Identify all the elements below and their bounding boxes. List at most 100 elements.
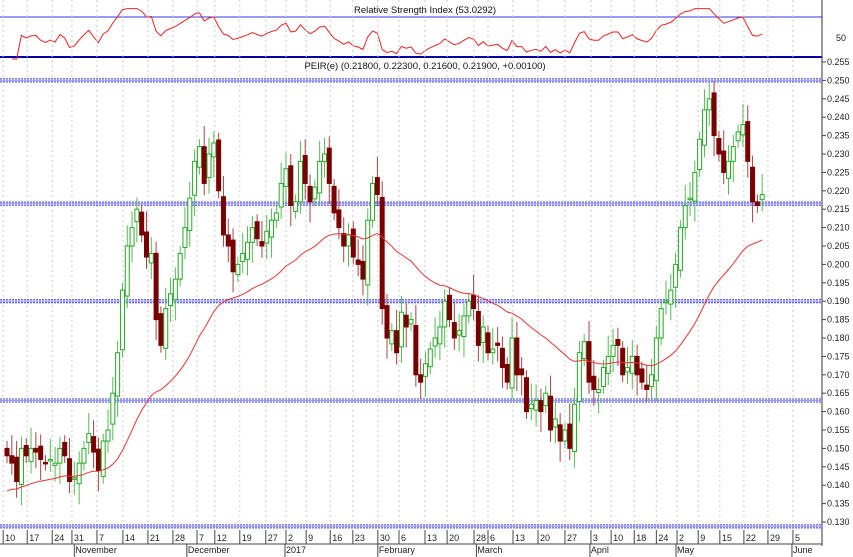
x-tick-label: 27	[567, 533, 577, 543]
candle-body	[47, 458, 53, 462]
candle-body	[504, 363, 510, 383]
candle-body	[187, 197, 193, 232]
x-tick-label: 23	[355, 533, 365, 543]
candle-body	[480, 326, 486, 343]
candle-body	[687, 197, 693, 201]
candle-body	[653, 337, 659, 382]
candle-body	[471, 294, 477, 310]
candle-body	[278, 182, 284, 208]
candle-body	[201, 146, 207, 184]
candle-body	[711, 92, 717, 137]
candle-body	[437, 326, 443, 345]
candle-body	[134, 208, 140, 223]
candle-body	[307, 185, 313, 203]
candle-body	[52, 462, 58, 466]
candle-body	[552, 418, 558, 428]
candle-body	[466, 300, 472, 317]
y-tick-label: 0.245	[827, 94, 850, 104]
candle-body	[249, 227, 255, 243]
candle-body	[605, 355, 611, 374]
candle-body	[95, 448, 101, 471]
x-tick-label: 9	[700, 533, 705, 543]
candle-body	[148, 252, 154, 264]
x-tick-label: 3	[593, 533, 598, 543]
y-tick-label: 0.170	[827, 370, 850, 380]
x-tick-label: 7	[199, 533, 204, 543]
candle-body	[216, 139, 222, 192]
candle-body	[658, 308, 664, 339]
candle-body	[721, 150, 727, 173]
candle-body	[172, 278, 178, 301]
candle-body	[76, 462, 82, 485]
candle-body	[697, 138, 703, 170]
candle-body	[745, 121, 751, 162]
candle-body	[509, 337, 515, 389]
candle-body	[750, 166, 756, 203]
candle-body	[562, 429, 568, 442]
candle-body	[408, 319, 414, 325]
candle-body	[629, 355, 635, 374]
x-tick-label: 2	[679, 533, 684, 543]
candle-body	[427, 348, 433, 368]
y-tick-label: 0.155	[827, 425, 850, 435]
candle-body	[110, 392, 116, 425]
candle-body	[754, 201, 760, 207]
y-tick-label: 0.235	[827, 131, 850, 141]
candle-body	[495, 342, 501, 346]
x-tick-label: 13	[515, 533, 525, 543]
candle-body	[422, 363, 428, 377]
candle-body	[374, 177, 380, 195]
candle-body	[177, 252, 183, 280]
candle-body	[91, 436, 97, 453]
candle-body	[418, 374, 424, 383]
candle-body	[499, 347, 505, 368]
rsi-title: Relative Strength Index (53.0292)	[354, 5, 496, 16]
candle-body	[644, 384, 650, 391]
x-tick-label: 29	[770, 533, 780, 543]
stock-chart: 50 10 17 24 31 7 14 21 28 7 12 19 27 2 9 16 23 30 6 13 20 28…	[0, 0, 850, 557]
candle-body	[451, 322, 457, 339]
candle-body	[567, 423, 573, 449]
x-tick-label: 20	[540, 533, 550, 543]
candle-body	[514, 337, 520, 376]
candle-body	[475, 311, 481, 346]
candle-body	[576, 352, 582, 402]
candle-body	[413, 324, 419, 376]
candle-body	[730, 146, 736, 162]
candle-body	[538, 400, 544, 413]
y-tick-label: 0.190	[827, 296, 850, 306]
y-tick-label: 0.225	[827, 167, 850, 177]
candle-body	[317, 160, 323, 194]
x-tick-label: 16	[332, 533, 342, 543]
candle-body	[639, 368, 645, 383]
candle-body	[447, 294, 453, 321]
x-tick-label: 31	[74, 533, 84, 543]
x-tick-label: 24	[658, 533, 668, 543]
candle-body	[341, 232, 347, 247]
candle-body	[591, 375, 597, 391]
candle-body	[523, 377, 529, 413]
y-tick-label: 0.140	[827, 480, 850, 490]
x-tick-label: 6	[401, 533, 406, 543]
x-tick-label: 13	[427, 533, 437, 543]
candle-body	[673, 263, 679, 288]
candle-body	[211, 142, 217, 158]
candle-body	[192, 160, 198, 196]
candle-body	[230, 239, 236, 273]
x-tick-label: 27	[268, 533, 278, 543]
x-tick-label: 20	[449, 533, 459, 543]
candle-body	[158, 313, 164, 346]
candle-body	[57, 447, 63, 464]
rsi-line	[11, 8, 763, 60]
x-tick-label: 21	[150, 533, 160, 543]
candle-body	[557, 424, 563, 442]
candle-body	[124, 245, 130, 297]
candle-body	[168, 293, 174, 307]
candle-body	[389, 330, 395, 345]
x-tick-label: 2	[288, 533, 293, 543]
y-tick-label: 0.175	[827, 351, 850, 361]
candle-body	[548, 395, 554, 431]
candle-body	[115, 352, 121, 397]
candle-body	[461, 315, 467, 338]
rsi-tick-label: 50	[836, 33, 846, 43]
